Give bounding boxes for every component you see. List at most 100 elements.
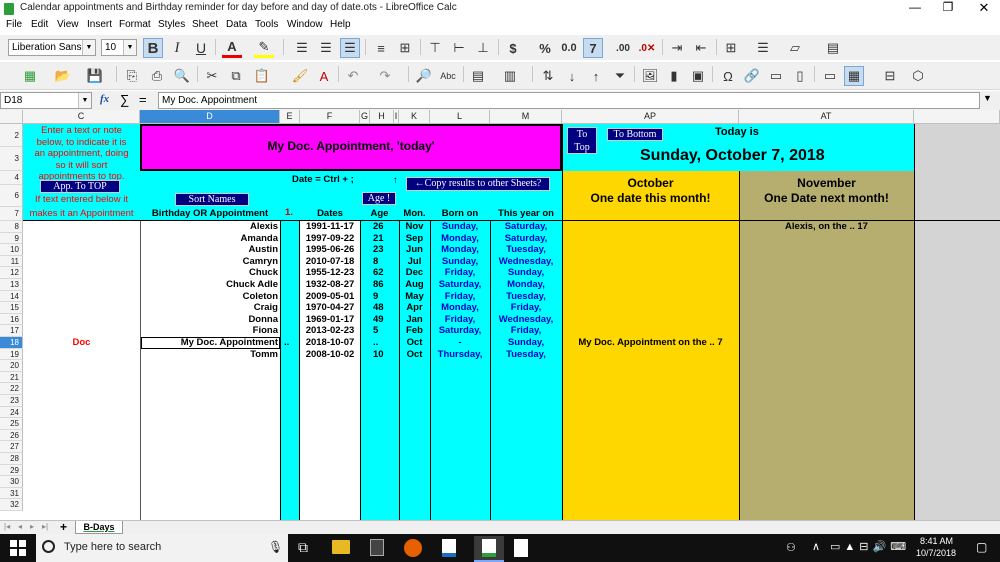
row-icon[interactable]: ▤ — [468, 66, 488, 86]
tray-chevron-icon[interactable]: ∧ — [812, 540, 820, 553]
underline-icon[interactable]: U — [191, 38, 211, 58]
print-icon[interactable]: ⎙ — [147, 66, 167, 86]
find-replace-icon[interactable]: 🔎 — [414, 66, 434, 86]
row-header[interactable]: 21 — [0, 371, 23, 384]
spelling-icon[interactable]: Abc — [438, 66, 458, 86]
row-header[interactable]: 4 — [0, 171, 23, 185]
row-header[interactable]: 32 — [0, 499, 23, 511]
notifications-icon[interactable]: ▢ — [976, 540, 987, 554]
delete-decimal-icon[interactable]: .0✕ — [637, 38, 657, 58]
active-cell-d18[interactable] — [141, 337, 280, 349]
row-header[interactable]: 24 — [0, 406, 23, 419]
row-header[interactable]: 19 — [0, 348, 23, 361]
copy-results-button[interactable]: ←Copy results to other Sheets? — [406, 177, 550, 191]
age-button[interactable]: Age ! — [362, 192, 396, 205]
column-header-g[interactable]: G — [360, 110, 370, 124]
column-header-at[interactable]: AT — [739, 110, 914, 124]
clock-date[interactable]: 10/7/2018 — [916, 548, 956, 558]
add-sheet-icon[interactable]: + — [60, 520, 67, 534]
row-header[interactable]: 2 — [0, 124, 23, 147]
name-box[interactable]: D18 ▼ — [0, 92, 92, 109]
menu-format[interactable]: Format — [119, 19, 151, 30]
border-color-icon[interactable]: ▱ — [785, 38, 805, 58]
app-to-top-button[interactable]: App. To TOP — [40, 180, 120, 193]
align-right-icon[interactable]: ☰ — [340, 38, 360, 58]
menu-styles[interactable]: Styles — [158, 19, 185, 30]
row-header[interactable]: 22 — [0, 383, 23, 395]
function-wizard-icon[interactable]: fx — [100, 93, 109, 105]
prev-sheet-icon[interactable]: ◂ — [18, 522, 22, 531]
row-header[interactable]: 27 — [0, 441, 23, 453]
highlight-icon[interactable]: ✎ — [254, 38, 274, 58]
calculator-icon[interactable] — [370, 539, 384, 556]
bold-icon[interactable]: B — [143, 38, 163, 58]
formula-input[interactable]: My Doc. Appointment — [158, 92, 980, 109]
hyperlink-icon[interactable]: 🔗 — [742, 66, 762, 86]
writer-icon[interactable] — [442, 539, 456, 557]
menu-help[interactable]: Help — [330, 19, 351, 30]
row-header[interactable]: 11 — [0, 255, 23, 268]
autofilter-icon[interactable]: ⏷ — [610, 66, 630, 86]
microphone-icon[interactable]: 🎙 — [268, 540, 283, 554]
row-header[interactable]: 26 — [0, 429, 23, 442]
column-header-f[interactable]: F — [300, 110, 360, 124]
column-header-d[interactable]: D — [140, 110, 280, 124]
align-left-icon[interactable]: ☰ — [292, 38, 312, 58]
insert-image-icon[interactable]: 🖼 — [640, 66, 660, 86]
row-header[interactable]: 12 — [0, 267, 23, 279]
row-header[interactable]: 16 — [0, 313, 23, 326]
align-top-icon[interactable]: ⊤ — [425, 38, 445, 58]
sort-descending-icon[interactable]: ↑ — [586, 66, 606, 86]
to-bottom-button[interactable]: To Bottom — [607, 128, 663, 141]
clock-time[interactable]: 8:41 AM — [920, 536, 953, 546]
paste-icon[interactable]: 📋 — [252, 66, 272, 86]
increase-indent-icon[interactable]: ⇥ — [667, 38, 687, 58]
column-icon[interactable]: ▥ — [500, 66, 520, 86]
row-header[interactable]: 31 — [0, 487, 23, 500]
menu-file[interactable]: File — [6, 19, 22, 30]
row-header[interactable]: 28 — [0, 453, 23, 465]
row-header[interactable]: 29 — [0, 464, 23, 477]
column-header-e[interactable]: E — [280, 110, 300, 124]
merge-cells-icon[interactable]: ⊞ — [395, 38, 415, 58]
expand-formula-icon[interactable]: ▼ — [983, 93, 992, 103]
split-window-icon[interactable]: ⊟ — [880, 66, 900, 86]
minimize-button[interactable]: — — [905, 0, 925, 16]
sum-icon[interactable]: ∑ — [120, 92, 129, 107]
tray-icons[interactable]: ▭▲⊟🔊⌨ — [830, 540, 910, 553]
last-sheet-icon[interactable]: ▸| — [42, 522, 48, 531]
chevron-down-icon[interactable]: ▼ — [78, 93, 91, 108]
font-name-box[interactable]: Liberation Sans ▼ — [8, 39, 96, 56]
show-draw-functions-icon[interactable]: ⬡ — [908, 66, 928, 86]
corner-select-all[interactable] — [0, 110, 23, 124]
sort-names-button[interactable]: Sort Names — [175, 193, 249, 206]
sort-ascending-icon[interactable]: ↓ — [562, 66, 582, 86]
row-header-active[interactable]: 18 — [0, 337, 23, 349]
copy-icon[interactable]: ⧉ — [226, 66, 246, 86]
font-color-icon[interactable]: A — [222, 38, 242, 58]
font-size-box[interactable]: 10 ▼ — [101, 39, 137, 56]
row-header[interactable]: 10 — [0, 244, 23, 256]
wrap-text-icon[interactable]: ≡ — [371, 38, 391, 58]
maximize-button[interactable]: ❐ — [938, 0, 958, 16]
column-header-ap[interactable]: AP — [562, 110, 739, 124]
add-decimal-icon[interactable]: .00 — [613, 38, 633, 58]
number-format-icon[interactable]: 0.0 — [559, 38, 579, 58]
comment-icon[interactable]: ▭ — [766, 66, 786, 86]
freeze-rows-icon[interactable]: ▦ — [844, 66, 864, 86]
taskbar-search-box[interactable]: Type here to search 🎙 — [36, 534, 288, 562]
menu-window[interactable]: Window — [287, 19, 323, 30]
italic-icon[interactable]: I — [167, 38, 187, 58]
menu-insert[interactable]: Insert — [87, 19, 112, 30]
export-pdf-icon[interactable]: ⎘ — [122, 66, 142, 86]
row-header[interactable]: 3 — [0, 147, 23, 171]
row-header[interactable]: 30 — [0, 476, 23, 488]
pivot-table-icon[interactable]: ▣ — [688, 66, 708, 86]
save-icon[interactable]: 💾 — [85, 66, 105, 86]
row-header[interactable]: 17 — [0, 325, 23, 337]
sort-icon[interactable]: ⇅ — [538, 66, 558, 86]
column-header-h[interactable]: H — [370, 110, 394, 124]
redo-icon[interactable]: ↷ — [375, 66, 395, 86]
menu-edit[interactable]: Edit — [31, 19, 48, 30]
row-header[interactable]: 9 — [0, 232, 23, 245]
